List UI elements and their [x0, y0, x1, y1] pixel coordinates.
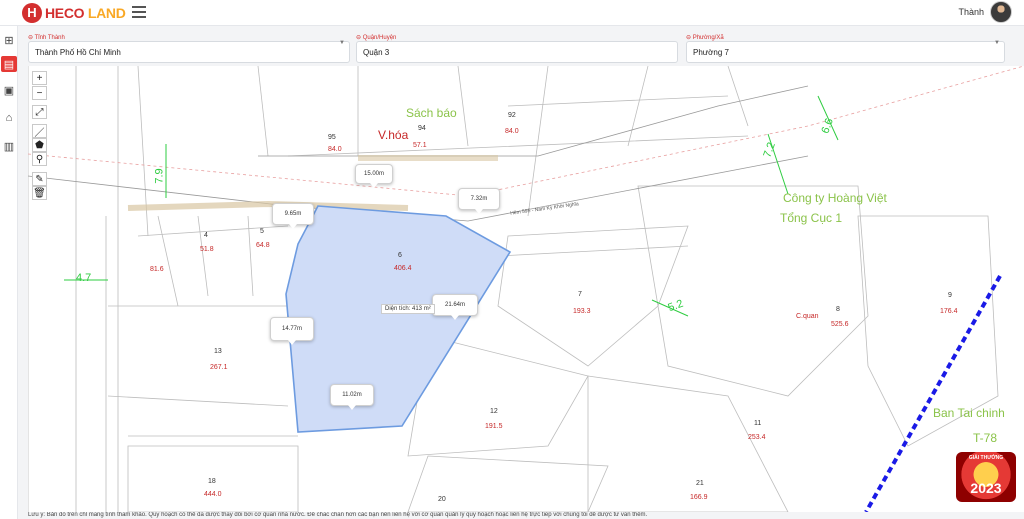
parcel-number[interactable]: 9	[948, 292, 952, 299]
parcel-area: 81.6	[150, 266, 164, 273]
province-select[interactable]: ⊖ Tỉnh Thành Thành Phố Hồ Chí Minh ▼	[18, 32, 350, 63]
user-name[interactable]: Thành	[958, 7, 984, 17]
draw-line-icon[interactable]: ／	[32, 124, 47, 139]
place-label: Tổng Cục 1	[780, 211, 843, 225]
ward-label: ⊖ Phường/Xã	[686, 35, 724, 41]
district-value[interactable]: Quận 3	[356, 41, 678, 63]
parcel-area: 525.6	[831, 321, 849, 328]
chevron-down-icon: ▼	[994, 40, 1000, 46]
grid-icon[interactable]: ⊞	[1, 32, 17, 48]
measurement-bubble: 15.00m	[355, 164, 393, 188]
selected-parcel	[285, 205, 512, 433]
place-label: Sách báo	[406, 106, 457, 120]
fullscreen-icon[interactable]: ⤢	[32, 105, 47, 119]
logo[interactable]: H HECO LAND	[22, 2, 126, 23]
parcel-number[interactable]: 18	[208, 478, 216, 485]
disclaimer-text: Lưu ý: Bản đồ trên chỉ mang tính tham kh…	[28, 512, 1024, 519]
edit-icon[interactable]: ✎	[32, 172, 47, 186]
area-label: Diện tích: 413 m²	[381, 304, 435, 314]
measurement-bubble: 9.65m	[272, 203, 314, 229]
parcel-number[interactable]: 92	[508, 112, 516, 119]
parcel-number[interactable]: 21	[696, 480, 704, 487]
measurement-bubble: 11.02m	[330, 384, 374, 410]
parcel-number[interactable]: 94	[418, 125, 426, 132]
parcel-number[interactable]: 5	[260, 228, 264, 235]
parcel-area: 406.4	[394, 265, 412, 272]
place-label: V.hóa	[378, 128, 409, 142]
parcel-area: 84.0	[328, 146, 342, 153]
award-badge[interactable]: GIẢI THƯỞNG 2023	[956, 452, 1016, 502]
measurement-bubble: 7.32m	[458, 188, 500, 214]
sidewalk-strip	[127, 200, 409, 211]
place-label: Công ty Hoàng Việt	[783, 191, 887, 205]
parcel-area: 51.8	[200, 246, 214, 253]
district-label: ⊖ Quận/Huyện	[356, 35, 397, 41]
sidebar: ⊞ ▤ ▣ ⌂ ▥	[0, 26, 18, 519]
parcel-area: 84.0	[505, 128, 519, 135]
parcel-number[interactable]: 20	[438, 496, 446, 503]
parcel-area: 191.5	[485, 423, 503, 430]
parcel-area: 253.4	[748, 434, 766, 441]
top-bar: H HECO LAND Thành	[0, 0, 1024, 26]
ward-select[interactable]: ⊖ Phường/Xã Phường 7 ▼	[676, 32, 1005, 63]
map-canvas[interactable]	[28, 66, 1024, 512]
parcel-number[interactable]: 11	[754, 420, 761, 427]
logo-text: HECO LAND	[45, 4, 126, 21]
province-label: ⊖ Tỉnh Thành	[28, 35, 65, 41]
buildings-icon[interactable]: ⌂	[1, 110, 17, 126]
zoom-in-button[interactable]: +	[32, 71, 47, 85]
menu-toggle-icon[interactable]	[132, 6, 146, 18]
zoom-out-button[interactable]: −	[32, 86, 47, 100]
district-select[interactable]: ⊖ Quận/Huyện Quận 3	[346, 32, 678, 63]
parcel-area: 166.9	[690, 494, 708, 501]
parcel-number[interactable]: 95	[328, 134, 336, 141]
ward-value[interactable]: Phường 7	[686, 41, 1005, 63]
draw-polygon-icon[interactable]: ⬟	[32, 138, 47, 152]
inbox-icon[interactable]: ▣	[1, 82, 17, 98]
document-icon[interactable]: ▥	[1, 138, 17, 154]
place-label: T-78	[973, 431, 998, 445]
place-label: Ban Tai chinh	[933, 406, 1005, 420]
trash-icon[interactable]: 🗑	[32, 186, 47, 200]
planning-map[interactable]: + − ⤢ ／ ⬟ ⚲ ✎ 🗑 15.00m 9.65m 7.32m 21.64…	[28, 66, 1024, 512]
parcel-area: 64.8	[256, 242, 270, 249]
measurement-bubble: 21.64m	[432, 294, 478, 320]
parcel-number[interactable]: 12	[490, 408, 498, 415]
parcel-number[interactable]: 6	[398, 252, 402, 259]
chevron-down-icon: ▼	[339, 40, 345, 46]
map-icon[interactable]: ▤	[1, 56, 17, 72]
province-value[interactable]: Thành Phố Hồ Chí Minh	[28, 41, 350, 63]
road-width-label: 4.7	[76, 272, 92, 284]
parcel-area: 444.0	[204, 491, 222, 498]
parcel-number[interactable]: 7	[578, 291, 582, 298]
parcel-area: 193.3	[573, 308, 591, 315]
parcel-number[interactable]: 13	[214, 348, 222, 355]
road-width-label: 7.9	[153, 168, 166, 184]
parcel-area: 267.1	[210, 364, 228, 371]
logo-mark: H	[22, 2, 42, 23]
measurement-bubble: 14.77m	[270, 317, 314, 345]
parcel-number[interactable]: 4	[204, 232, 208, 239]
marker-icon[interactable]: ⚲	[32, 152, 47, 166]
parcel-area: 176.4	[940, 308, 958, 315]
parcel-number[interactable]: 8	[836, 306, 840, 313]
location-filters: ⊖ Tỉnh Thành Thành Phố Hồ Chí Minh ▼ ⊖ Q…	[18, 26, 1024, 66]
road-centerline	[28, 66, 1024, 197]
parcel-area: 57.1	[413, 142, 427, 149]
avatar[interactable]	[990, 1, 1012, 23]
place-label: C.quan	[796, 313, 819, 320]
